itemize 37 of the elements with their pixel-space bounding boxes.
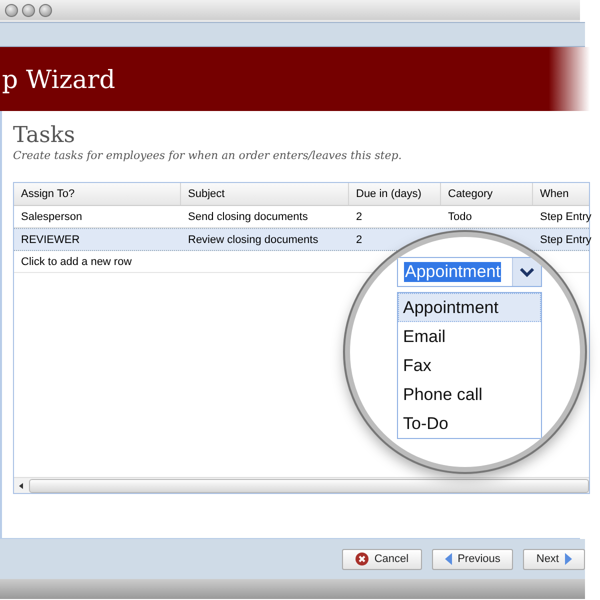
table-cell: 2 — [356, 234, 362, 246]
cancel-button[interactable]: Cancel — [342, 548, 422, 570]
scroll-left-icon[interactable] — [19, 482, 23, 488]
left-triangle-icon — [444, 553, 453, 565]
previous-button[interactable]: Previous — [432, 548, 514, 570]
table-cell: Step Entry — [540, 210, 592, 222]
window-control-icon[interactable] — [22, 4, 35, 16]
table-cell: Todo — [448, 210, 472, 222]
close-icon — [355, 552, 370, 566]
category-combobox[interactable]: Appointment — [397, 257, 542, 287]
page-subtitle: Create tasks for employees for when an order enters/leaves this step. — [13, 149, 403, 162]
dropdown-option[interactable]: Phone call — [398, 380, 541, 409]
column-header[interactable]: When — [533, 183, 600, 205]
column-header[interactable]: Subject — [181, 183, 349, 205]
window-title: p Wizard — [1, 64, 116, 94]
page-title: Tasks — [13, 123, 76, 149]
dropdown-option[interactable]: To-Do — [398, 409, 541, 438]
table-cell: 2 — [356, 210, 362, 222]
add-row-link[interactable]: Click to add a new row — [14, 256, 139, 268]
column-header[interactable]: Category — [441, 183, 533, 205]
table-cell: Salesperson — [21, 210, 82, 222]
column-header[interactable]: Assign To? — [14, 183, 181, 205]
column-header[interactable]: Due in (days) — [349, 183, 441, 205]
window-control-icon[interactable] — [5, 4, 18, 16]
chevron-down-icon — [520, 267, 534, 277]
dropdown-button[interactable] — [512, 258, 541, 286]
table-cell: REVIEWER — [21, 234, 80, 246]
table-cell: Review closing documents — [188, 234, 318, 246]
dropdown-option[interactable]: Fax — [398, 351, 541, 380]
window-control-icon[interactable] — [39, 4, 52, 16]
dropdown-option[interactable]: Email — [398, 322, 541, 351]
right-triangle-icon — [564, 553, 572, 565]
table-cell: Step Entry — [540, 234, 592, 246]
dropdown-option[interactable]: Appointment — [398, 293, 541, 322]
combobox-value: Appointment — [404, 262, 502, 282]
table-cell: Send closing documents — [188, 210, 308, 222]
next-button[interactable]: Next — [523, 548, 585, 570]
